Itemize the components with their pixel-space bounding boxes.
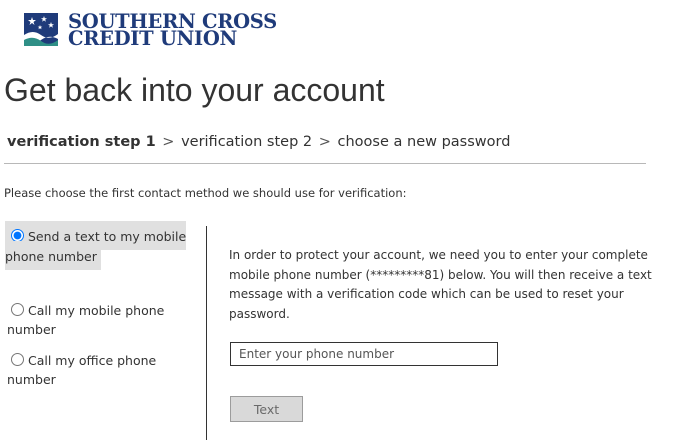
method-text-mobile-radio[interactable] (11, 229, 24, 242)
method-call-office-radio[interactable] (11, 353, 24, 366)
breadcrumb-step-1: verification step 1 (7, 134, 156, 150)
brand-name: SOUTHERN CROSS CREDIT UNION (68, 12, 277, 49)
breadcrumb: verification step 1 > verification step … (7, 134, 510, 150)
method-label: Send a text to my mobile phone number (5, 229, 187, 264)
contact-method-list: Send a text to my mobile phone number Ca… (5, 221, 207, 440)
verification-info-text: In order to protect your account, we nee… (229, 248, 652, 321)
instruction-text: Please choose the first contact method w… (4, 186, 407, 200)
phone-number-input[interactable] (230, 342, 498, 366)
method-text-mobile[interactable]: Send a text to my mobile phone number (5, 221, 187, 270)
breadcrumb-separator: > (318, 134, 331, 150)
send-text-button[interactable]: Text (230, 396, 303, 422)
method-call-office[interactable]: Call my office phone number (5, 343, 206, 395)
method-label: Call my office phone number (7, 353, 157, 387)
brand-logo: SOUTHERN CROSS CREDIT UNION (24, 12, 277, 49)
breadcrumb-step-3: choose a new password (337, 134, 511, 150)
method-call-mobile-radio[interactable] (11, 303, 24, 316)
breadcrumb-step-2: verification step 2 (181, 134, 313, 150)
breadcrumb-separator: > (162, 134, 175, 150)
header-divider (4, 163, 646, 164)
method-label: Call my mobile phone number (7, 303, 165, 337)
page-title: Get back into your account (4, 72, 385, 108)
method-call-mobile[interactable]: Call my mobile phone number (5, 293, 206, 345)
southern-cross-logo-icon (24, 13, 58, 46)
